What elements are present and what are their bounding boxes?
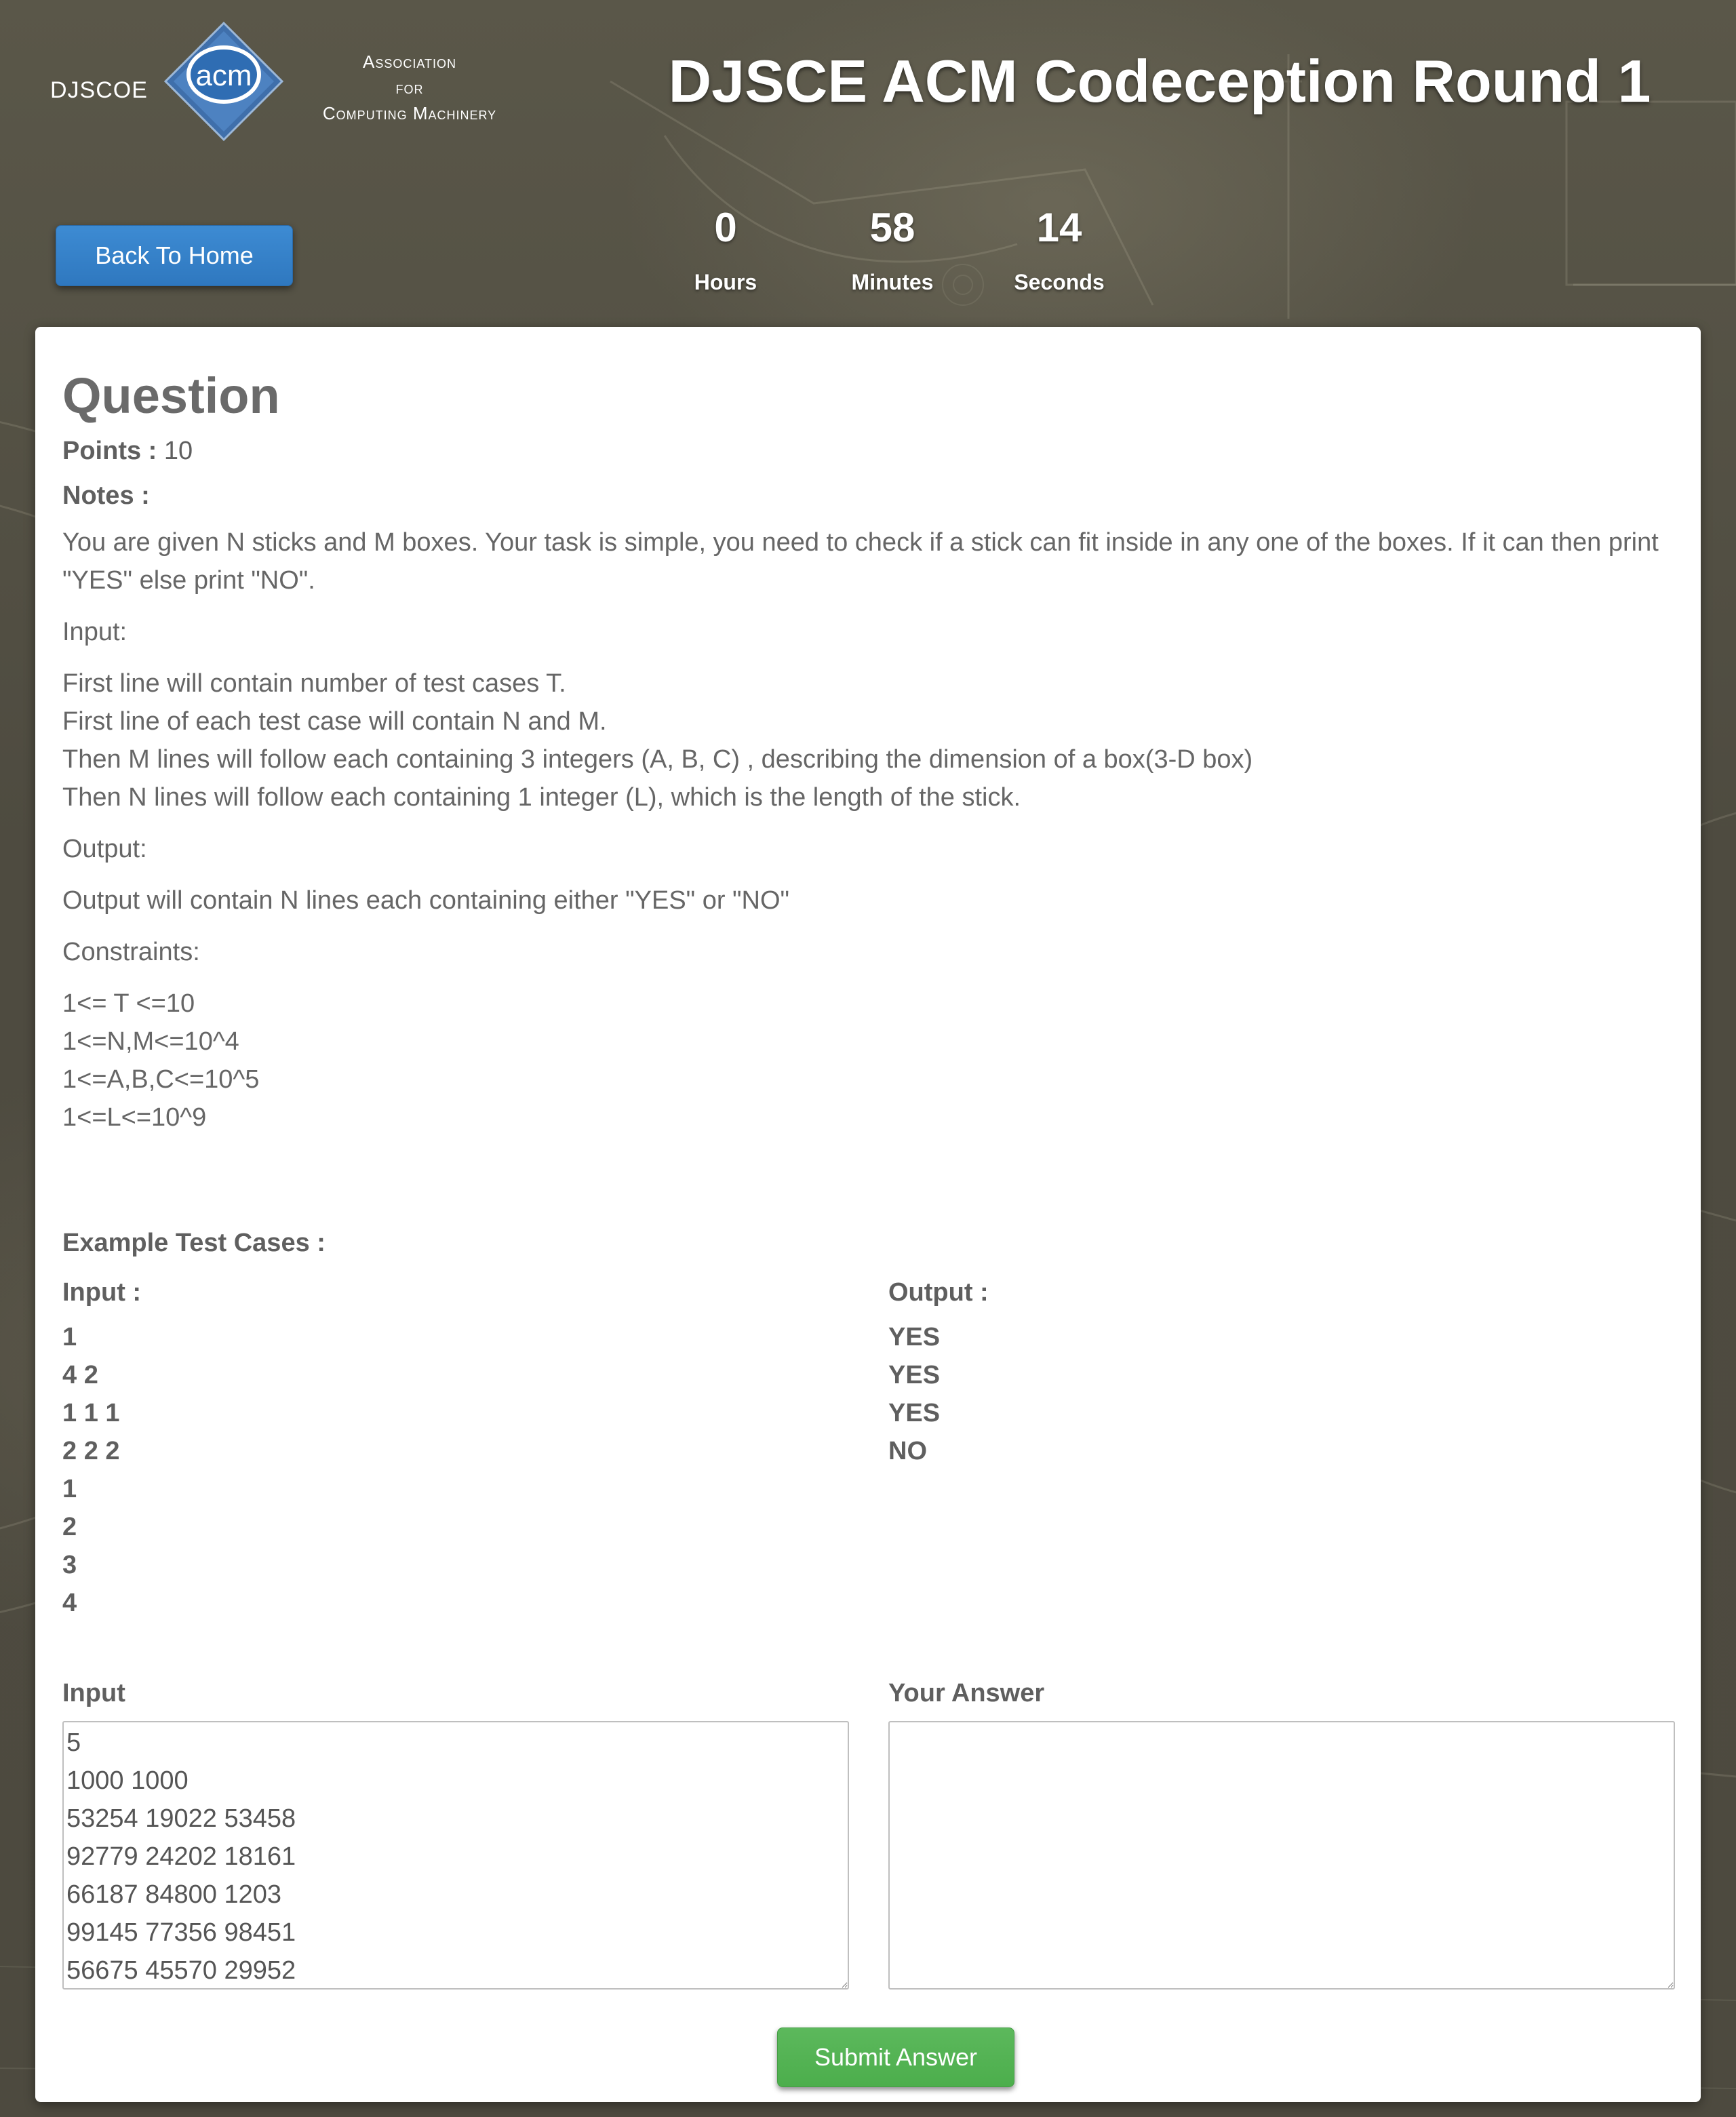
back-to-home-button[interactable]: Back To Home — [56, 225, 293, 286]
constraints-list: 1<= T <=10 1<=N,M<=10^4 1<=A,B,C<=10^5 1… — [62, 985, 1674, 1136]
logo-djscoe-text: DJSCOE — [50, 77, 148, 103]
timer-hours: 0 Hours — [658, 201, 793, 295]
example-input-line: 4 — [62, 1589, 77, 1617]
answer-field-label: Your Answer — [888, 1679, 1045, 1707]
acm-diamond-icon: acm — [163, 21, 284, 142]
example-test-cases-title: Example Test Cases : — [62, 1229, 326, 1257]
input-spec-line: Then N lines will follow each containing… — [62, 783, 1021, 812]
example-input-line: 4 2 — [62, 1361, 98, 1389]
timer-seconds-label: Seconds — [1014, 270, 1105, 294]
input-field-label: Input — [62, 1679, 125, 1707]
constraint-line: 1<=N,M<=10^4 — [62, 1027, 239, 1056]
example-output-line: YES — [888, 1323, 941, 1351]
input-spec: First line will contain number of test c… — [62, 665, 1674, 816]
question-card: Question Points : 10 Notes : You are giv… — [35, 327, 1701, 2102]
input-heading: Input: — [62, 618, 127, 646]
logo-org-line: Computing Machinery — [322, 103, 497, 123]
input-spec-line: Then M lines will follow each containing… — [62, 745, 1253, 774]
example-output-label: Output : — [888, 1278, 989, 1307]
your-answer-textarea[interactable] — [888, 1721, 1675, 1990]
timer-minutes-label: Minutes — [851, 270, 934, 294]
points-value: 10 — [163, 437, 193, 465]
notes-label: Notes : — [62, 481, 150, 510]
test-input-textarea[interactable]: 5 1000 1000 53254 19022 53458 92779 2420… — [62, 1721, 849, 1990]
logo-acm-text: acm — [195, 59, 252, 92]
example-input-line: 2 — [62, 1513, 77, 1541]
constraint-line: 1<=A,B,C<=10^5 — [62, 1065, 260, 1094]
example-input-line: 3 — [62, 1551, 77, 1579]
problem-statement: You are given N sticks and M boxes. Your… — [62, 528, 1659, 595]
logo-org-line: for — [395, 77, 424, 98]
example-input-line: 1 — [62, 1323, 77, 1351]
constraints-heading: Constraints: — [62, 938, 200, 966]
acm-logo: DJSCOE acm Association for Computing Mac… — [47, 14, 509, 149]
input-spec-line: First line of each test case will contai… — [62, 707, 607, 736]
example-output: Output : YES YES YES NO — [888, 1273, 989, 1470]
question-description: You are given N sticks and M boxes. Your… — [62, 523, 1674, 1150]
example-output-line: NO — [888, 1437, 927, 1465]
points-row: Points : 10 — [62, 437, 193, 466]
logo-org-line: Association — [362, 52, 457, 72]
timer-minutes: 58 Minutes — [825, 201, 960, 295]
output-spec: Output will contain N lines each contain… — [62, 886, 790, 915]
logo-org-name: Association for Computing Machinery — [308, 49, 511, 126]
timer-seconds: 14 Seconds — [991, 201, 1127, 295]
example-input-line: 1 1 1 — [62, 1399, 120, 1427]
timer-seconds-value: 14 — [1036, 205, 1082, 250]
example-output-line: YES — [888, 1361, 941, 1389]
constraint-line: 1<=L<=10^9 — [62, 1103, 207, 1132]
example-input-line: 1 — [62, 1475, 77, 1503]
example-output-line: YES — [888, 1399, 941, 1427]
timer-minutes-value: 58 — [869, 205, 915, 250]
countdown-timer: 0 Hours 58 Minutes 14 Seconds — [637, 201, 1112, 309]
points-label: Points : — [62, 437, 157, 465]
input-spec-line: First line will contain number of test c… — [62, 669, 566, 698]
submit-answer-button[interactable]: Submit Answer — [777, 2027, 1014, 2087]
example-input-label: Input : — [62, 1278, 142, 1307]
timer-hours-label: Hours — [694, 270, 757, 294]
example-input-line: 2 2 2 — [62, 1437, 120, 1465]
constraint-line: 1<= T <=10 — [62, 989, 195, 1018]
page-title: DJSCE ACM Codeception Round 1 — [668, 47, 1651, 115]
question-heading: Question — [62, 368, 280, 424]
example-input: Input : 1 4 2 1 1 1 2 2 2 1 2 3 4 — [62, 1273, 141, 1622]
output-heading: Output: — [62, 835, 147, 863]
timer-hours-value: 0 — [714, 205, 737, 250]
